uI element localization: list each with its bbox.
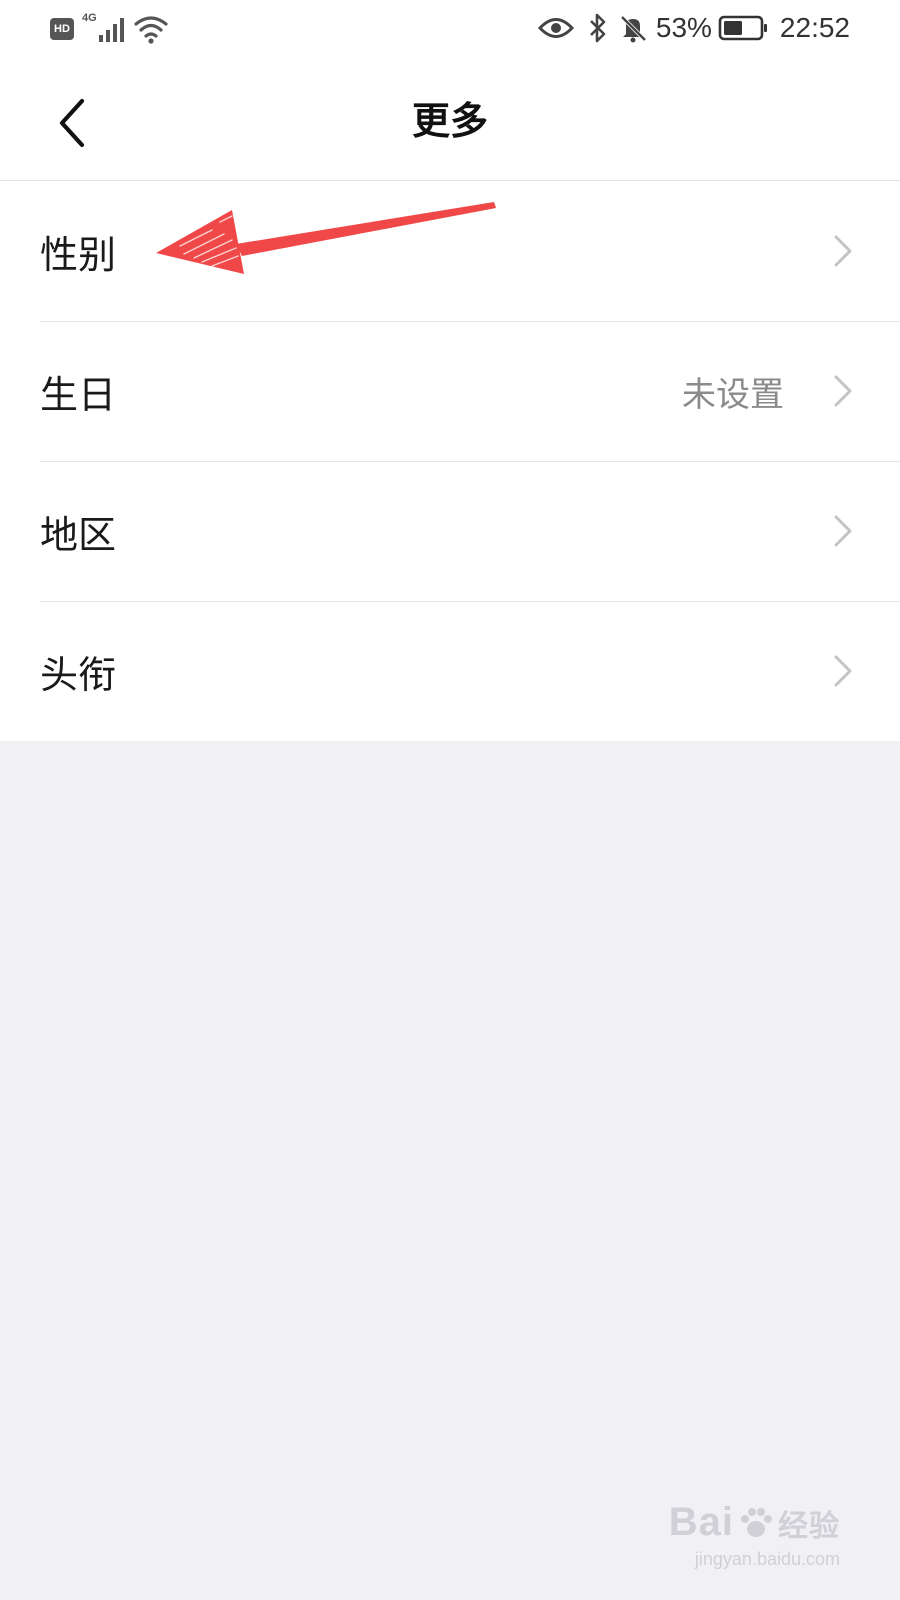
list-item-title[interactable]: 头衔 [0, 601, 900, 741]
hd-icon: HD [50, 18, 74, 40]
watermark-brand: Bai 经验 [669, 1500, 840, 1545]
watermark-brand-text: Bai [668, 1500, 734, 1544]
eye-icon [537, 18, 574, 38]
list-item-value: 未设置 [682, 374, 784, 415]
list-item-label: 头衔 [40, 652, 117, 697]
nav-bar: 更多 [0, 62, 900, 181]
list-item-label: 地区 [40, 512, 117, 557]
annotation-arrow-icon [156, 202, 496, 274]
battery-icon [718, 15, 767, 41]
list-item-label: 生日 [40, 372, 117, 417]
network-type: 4G [82, 12, 97, 24]
watermark-url: jingyan.baidu.com [694, 1549, 840, 1569]
status-right: 53% 22:52 [537, 12, 850, 44]
page-title: 更多 [411, 99, 488, 143]
status-left: HD 4G [50, 12, 169, 44]
clock: 22:52 [779, 12, 850, 43]
battery-percent: 53% [655, 12, 712, 43]
bluetooth-icon [589, 13, 606, 43]
chevron-left-icon [59, 98, 85, 148]
watermark-brand-suffix: 经验 [778, 1508, 840, 1544]
paw-icon [741, 1507, 772, 1537]
status-bar: HD 4G 53% 22:52 [0, 0, 900, 62]
chevron-right-icon [830, 371, 856, 411]
signal-icon [98, 18, 124, 42]
list-item-label: 性别 [40, 232, 117, 277]
list-item-birthday[interactable]: 生日 未设置 [0, 321, 900, 461]
chevron-right-icon [830, 651, 856, 691]
back-button[interactable] [46, 88, 98, 158]
list-item-region[interactable]: 地区 [0, 461, 900, 601]
hd-label: HD [54, 23, 70, 35]
chevron-right-icon [830, 231, 856, 271]
watermark: Bai 经验 jingyan.baidu.com [669, 1500, 840, 1570]
bell-off-icon [620, 15, 647, 43]
wifi-icon [134, 16, 168, 44]
chevron-right-icon [830, 511, 856, 551]
